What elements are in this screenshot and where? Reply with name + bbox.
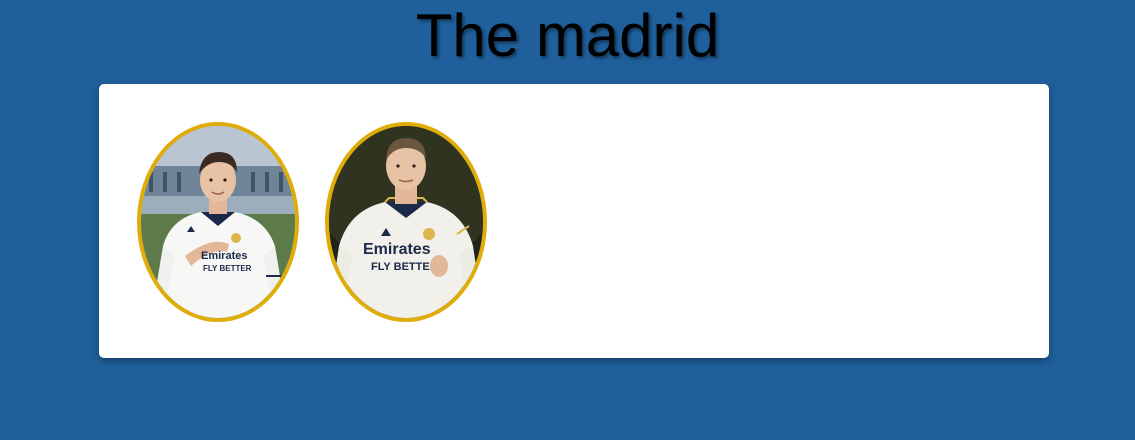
player-photo-1: Emirates FLY BETTER — [141, 126, 295, 318]
svg-text:FLY BETTER: FLY BETTER — [371, 261, 438, 273]
players-card: Emirates FLY BETTER Emirates FLY BETTER — [99, 84, 1049, 358]
svg-text:Emirates: Emirates — [201, 250, 247, 262]
player-avatar-1[interactable]: Emirates FLY BETTER — [137, 122, 299, 322]
svg-text:Emirates: Emirates — [363, 241, 431, 258]
player-avatar-2[interactable]: Emirates FLY BETTER — [325, 122, 487, 322]
page-title: The madrid — [415, 2, 720, 69]
svg-text:FLY BETTER: FLY BETTER — [203, 264, 252, 273]
player-photo-2: Emirates FLY BETTER — [329, 126, 483, 318]
